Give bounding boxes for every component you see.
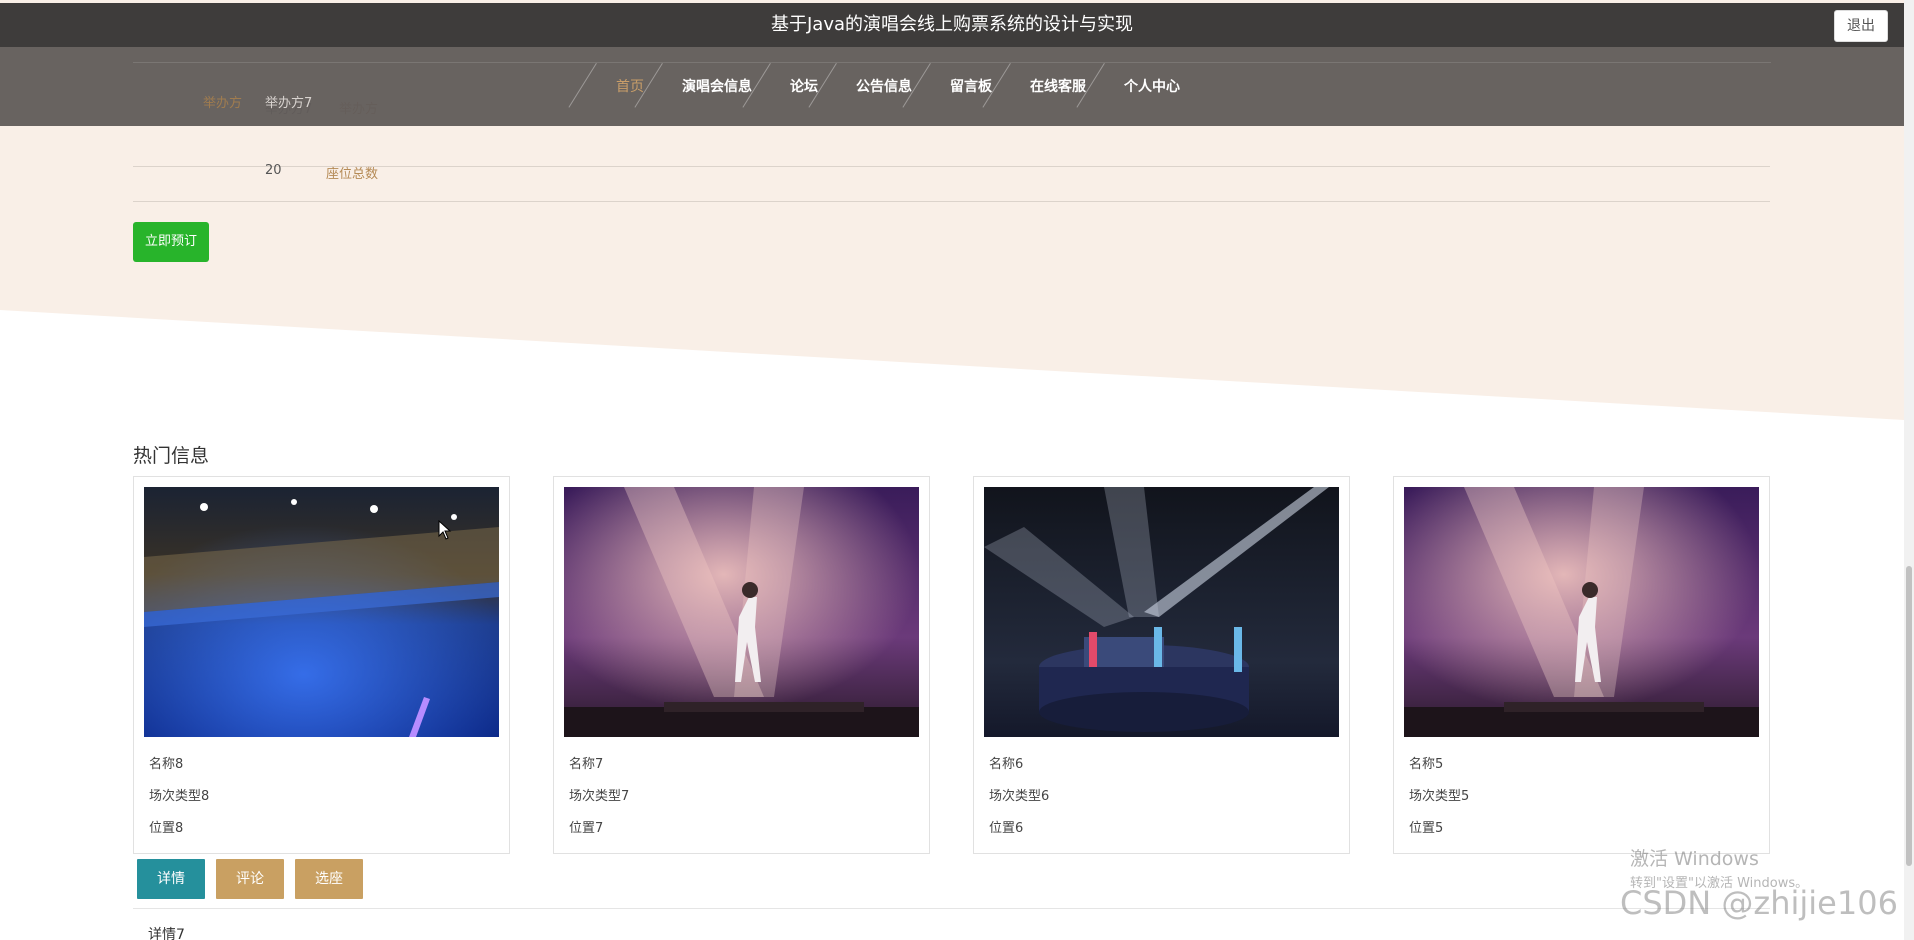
nav-item-forum[interactable]: 论坛 <box>790 63 818 111</box>
card-name: 名称5 <box>1409 757 1444 772</box>
tab-select-seat[interactable]: 选座 <box>295 859 363 899</box>
card-location: 位置7 <box>569 821 604 836</box>
title-bar: 基于Java的演唱会线上购票系统的设计与实现 退出 <box>0 3 1904 47</box>
card-type: 场次类型7 <box>569 789 630 804</box>
stage-singer-photo <box>564 487 919 737</box>
card-name: 名称6 <box>989 757 1024 772</box>
nav-separator <box>644 63 682 111</box>
nav-item-home[interactable]: 首页 <box>616 63 644 111</box>
nav-overlap-organizer-value: 举办方7 <box>265 96 313 111</box>
nav-item-concert-info[interactable]: 演唱会信息 <box>682 63 752 111</box>
scrollbar-thumb[interactable] <box>1906 566 1912 866</box>
page: 举办方 举办方7 座位总数 20 立即预订 举办方 举办方7 首页 演唱会信息 … <box>0 0 1914 940</box>
logout-button[interactable]: 退出 <box>1834 10 1888 42</box>
card-name: 名称8 <box>149 757 184 772</box>
stage-spotlight-photo <box>984 487 1339 737</box>
nav-separator <box>818 63 856 111</box>
nav-separator <box>1086 63 1124 111</box>
hot-card[interactable]: 名称5 场次类型5 位置5 <box>1393 476 1770 854</box>
card-name: 名称7 <box>569 757 604 772</box>
card-type: 场次类型8 <box>149 789 210 804</box>
detail-heading: 详情7 <box>148 927 185 940</box>
nav-overlap-organizer-label: 举办方 <box>203 96 243 111</box>
nav-separator <box>912 63 950 111</box>
nav-item-message-board[interactable]: 留言板 <box>950 63 992 111</box>
field-value-seat-total: 20 <box>265 163 282 178</box>
field-row-seat-total: 座位总数 20 <box>133 133 1770 202</box>
nav-separator <box>992 63 1030 111</box>
nav-separator <box>752 63 790 111</box>
hot-card[interactable]: 名称6 场次类型6 位置6 <box>973 476 1350 854</box>
hot-card[interactable]: 名称7 场次类型7 位置7 <box>553 476 930 854</box>
stage-singer-photo <box>1404 487 1759 737</box>
tab-divider <box>133 908 1770 909</box>
tab-details[interactable]: 详情 <box>137 859 205 899</box>
card-location: 位置8 <box>149 821 184 836</box>
main-nav: 首页 演唱会信息 论坛 公告信息 留言板 在线客服 个人中心 <box>578 63 1180 111</box>
csdn-watermark: CSDN @zhijie106 <box>1620 884 1898 922</box>
detail-tabs: 详情 评论 选座 <box>137 859 363 899</box>
card-location: 位置6 <box>989 821 1024 836</box>
book-now-button[interactable]: 立即预订 <box>133 222 209 262</box>
field-label-seat-total: 座位总数 <box>325 167 378 182</box>
hot-section-title: 热门信息 <box>133 445 210 467</box>
card-location: 位置5 <box>1409 821 1444 836</box>
card-type: 场次类型6 <box>989 789 1050 804</box>
nav-band: 举办方 举办方7 首页 演唱会信息 论坛 公告信息 留言板 在线客服 个人中心 <box>0 47 1904 126</box>
tab-comments[interactable]: 评论 <box>216 859 284 899</box>
card-type: 场次类型5 <box>1409 789 1470 804</box>
site-title: 基于Java的演唱会线上购票系统的设计与实现 <box>770 14 1134 35</box>
nav-item-personal-center[interactable]: 个人中心 <box>1124 63 1180 111</box>
activate-windows-title: 激活 Windows <box>1630 848 1759 870</box>
nav-separator <box>578 63 616 111</box>
mouse-cursor-icon <box>438 520 452 540</box>
hot-card[interactable]: 名称8 场次类型8 位置8 <box>133 476 510 854</box>
page-scrollbar[interactable] <box>1904 0 1914 940</box>
